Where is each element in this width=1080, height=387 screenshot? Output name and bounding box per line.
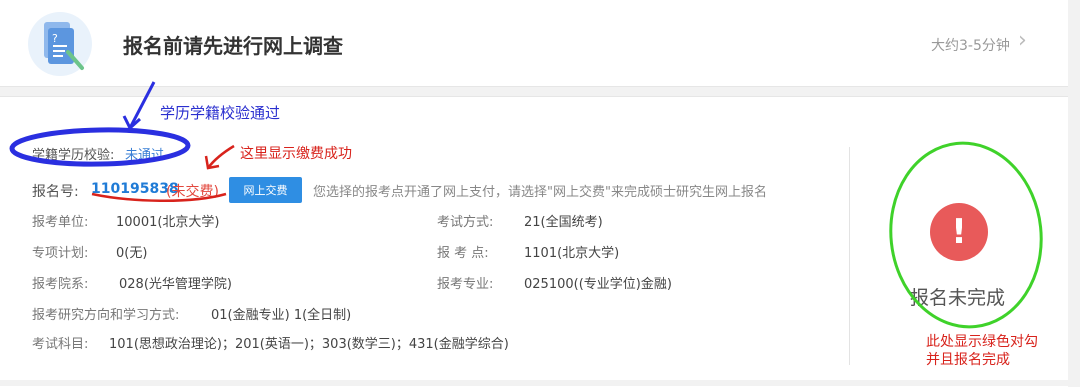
bottom-strip: [0, 380, 1080, 386]
annotation-green-check-line1: 此处显示绿色对勾: [926, 334, 1038, 350]
annotation-green-check-line2: 并且报名完成: [926, 352, 1010, 368]
annotation-drawings: [9, 81, 1043, 329]
annotation-verify-passed: 学历学籍校验通过: [160, 104, 281, 122]
annotation-payment-success: 这里显示缴费成功: [240, 146, 352, 162]
